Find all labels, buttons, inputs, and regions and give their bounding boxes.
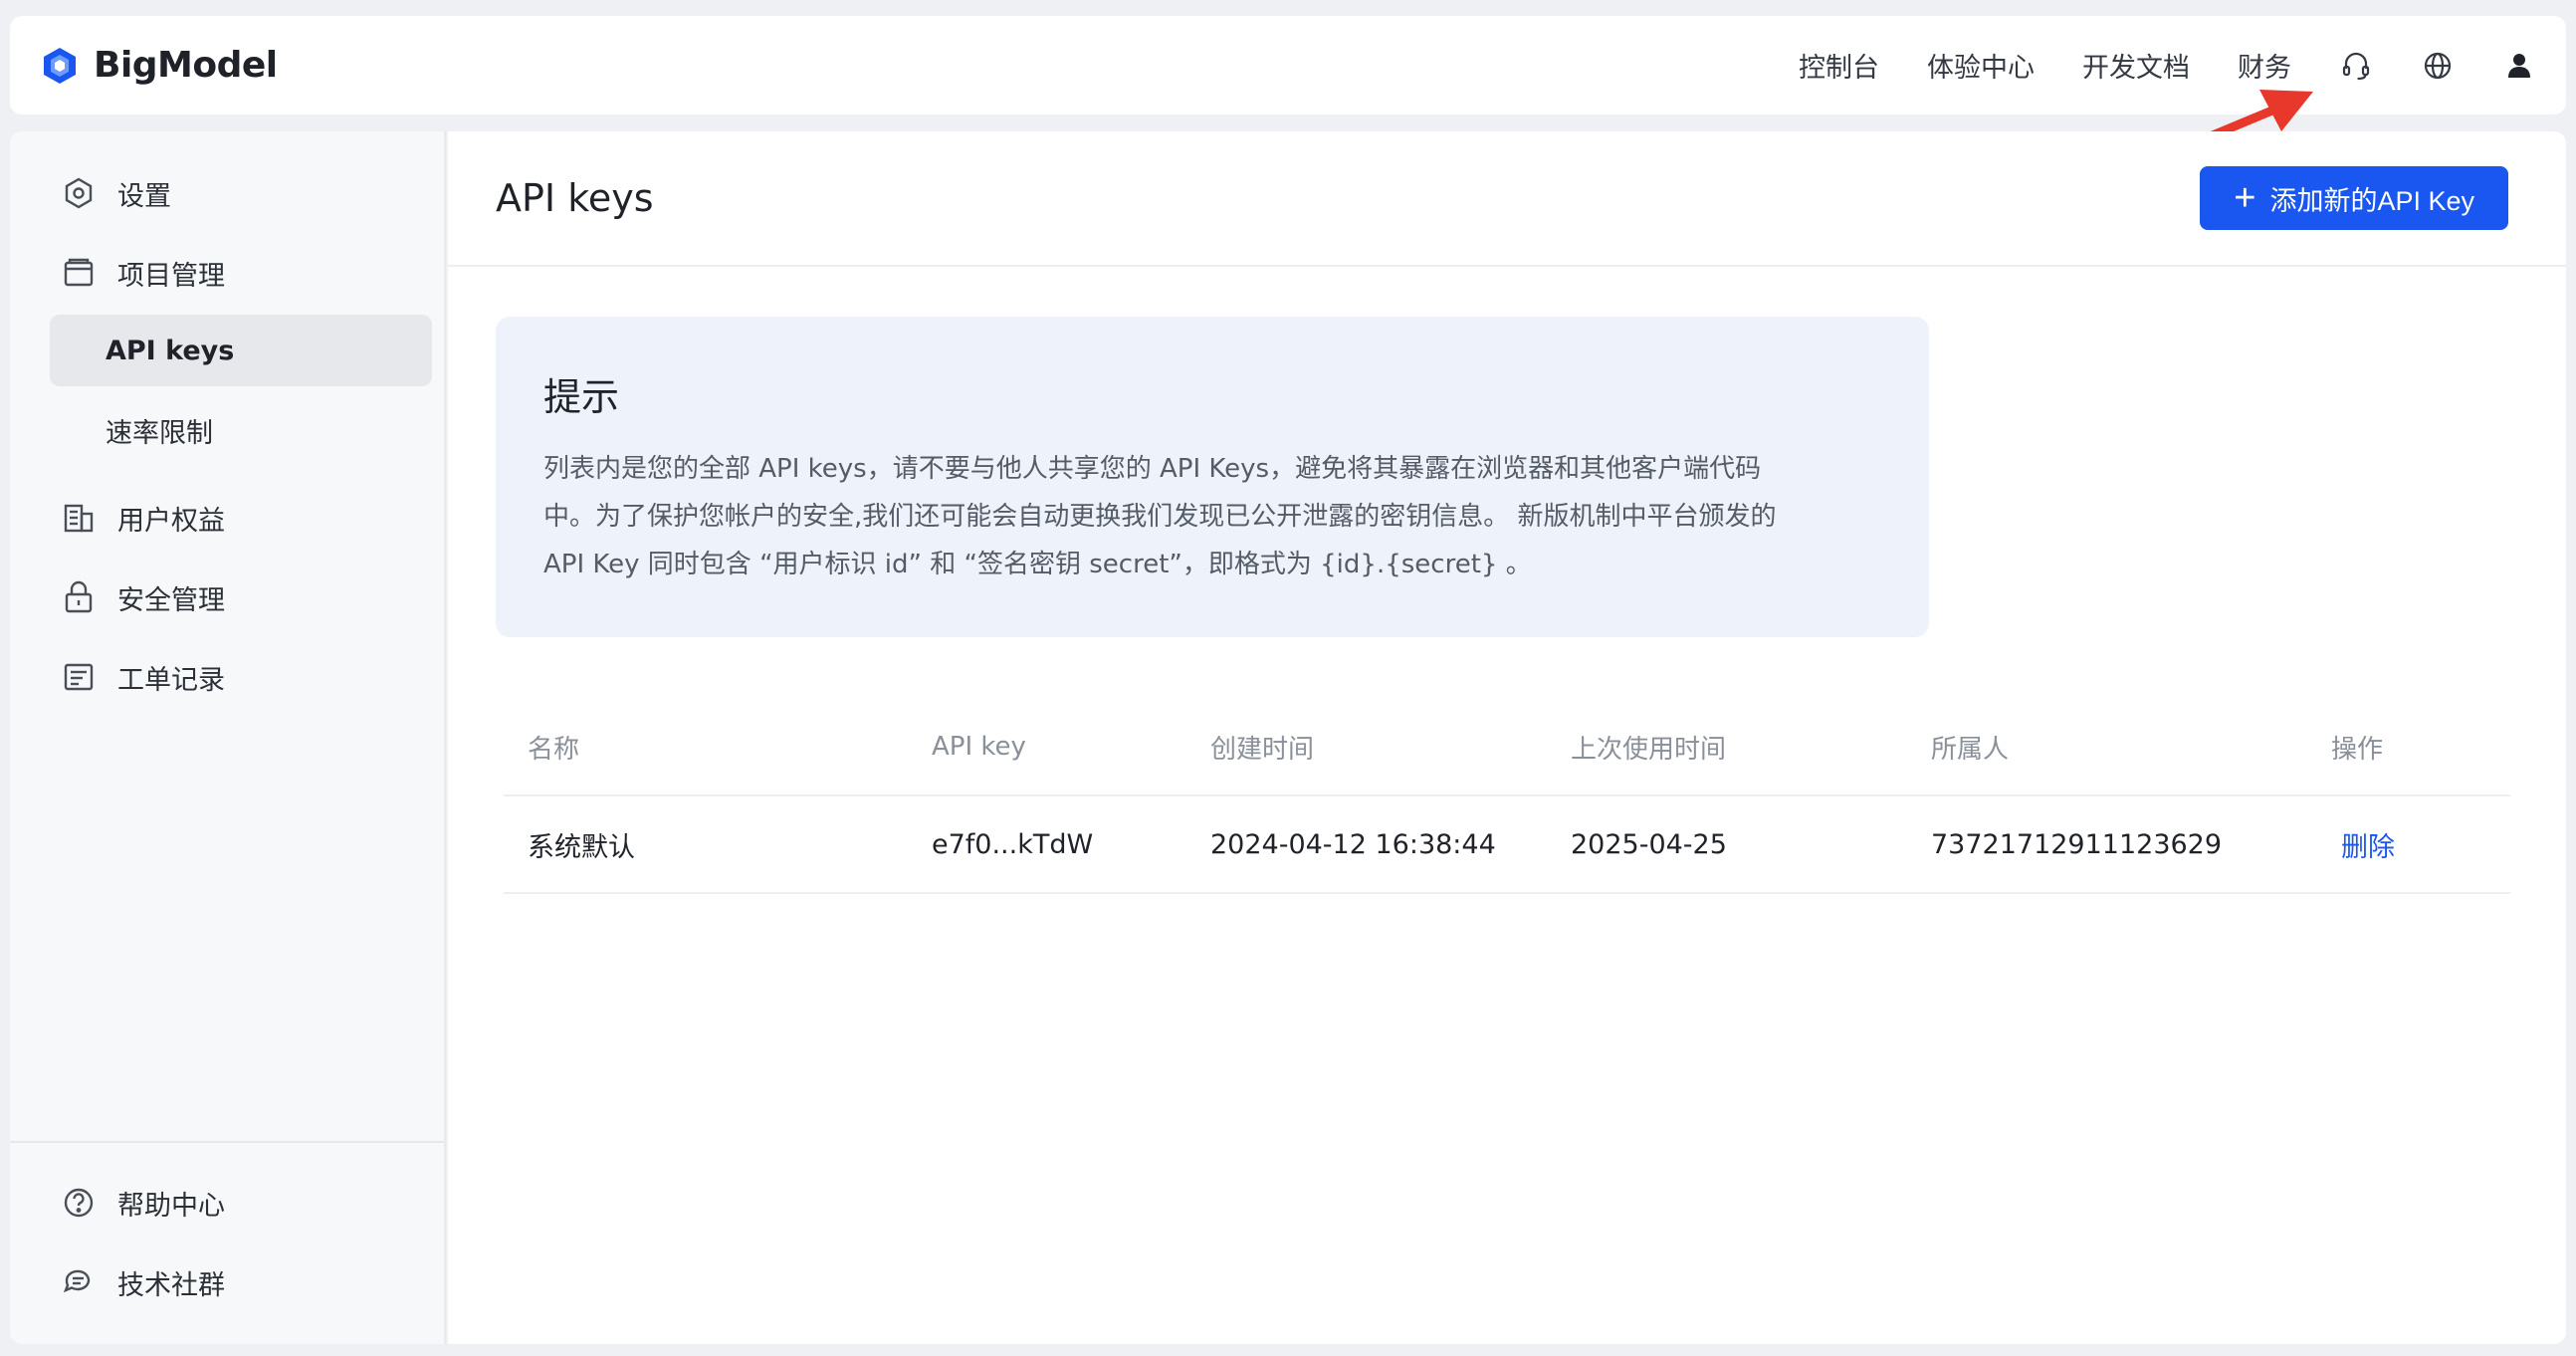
- globe-icon[interactable]: [2421, 49, 2455, 83]
- tip-line: API Key 同时包含 “用户标识 id” 和 “签名密钥 secret”，即…: [543, 550, 1532, 579]
- sidebar-item-label: 速率限制: [106, 417, 213, 449]
- help-icon: [60, 1184, 98, 1222]
- plus-icon: +: [2234, 177, 2256, 219]
- page-title: API keys: [496, 176, 654, 220]
- tip-line: 中。为了保护您帐户的安全,我们还可能会自动更换我们发现已公开泄露的密钥信息。 新…: [543, 502, 1777, 532]
- tip-line: 列表内是您的全部 API keys，请不要与他人共享您的 API Keys，避免…: [543, 454, 1762, 484]
- cell-name: 系统默认: [528, 831, 635, 863]
- top-nav: 控制台 体验中心 开发文档 财务: [1751, 46, 2536, 85]
- column-header-actions: 操作: [2331, 734, 2384, 765]
- sidebar-item-project-management[interactable]: 项目管理: [50, 237, 432, 309]
- nav-experience-center[interactable]: 体验中心: [1927, 46, 2035, 85]
- add-api-key-label: 添加新的API Key: [2269, 185, 2474, 216]
- sidebar-item-settings[interactable]: 设置: [50, 157, 432, 229]
- sidebar: 设置 项目管理 API keys 速率限制 用户权益 安全管理 工单记录 帮助中…: [10, 131, 446, 1344]
- cell-actions: 删除: [2307, 825, 2510, 864]
- building-icon: [60, 499, 98, 537]
- main-content: API keys + 添加新的API Key 提示 列表内是您的全部 API k…: [448, 131, 2566, 1344]
- sidebar-item-label: 技术社群: [117, 1269, 225, 1301]
- tip-title: 提示: [543, 375, 620, 419]
- project-icon: [60, 254, 98, 292]
- sidebar-item-label: 用户权益: [117, 505, 225, 537]
- sidebar-item-tech-community[interactable]: 技术社群: [50, 1246, 432, 1318]
- brand[interactable]: BigModel: [40, 45, 278, 86]
- chat-icon: [60, 1263, 98, 1301]
- user-icon[interactable]: [2502, 49, 2536, 83]
- sidebar-item-api-keys[interactable]: API keys: [50, 315, 432, 386]
- settings-icon: [60, 174, 98, 212]
- headset-icon[interactable]: [2339, 49, 2373, 83]
- sidebar-divider: [10, 1141, 444, 1143]
- sidebar-item-help-center[interactable]: 帮助中心: [50, 1167, 432, 1239]
- column-header-created: 创建时间: [1210, 734, 1315, 765]
- delete-link[interactable]: 删除: [2331, 832, 2395, 863]
- sidebar-item-label: API keys: [106, 335, 235, 366]
- bigmodel-logo-icon: [44, 47, 76, 84]
- sidebar-item-security[interactable]: 安全管理: [50, 562, 432, 633]
- nav-console[interactable]: 控制台: [1799, 46, 1879, 85]
- sidebar-item-label: 帮助中心: [117, 1190, 225, 1222]
- tip-body: 列表内是您的全部 API keys，请不要与他人共享您的 API Keys，避免…: [543, 445, 1881, 588]
- column-header-owner: 所属人: [1931, 734, 2010, 765]
- api-keys-table: 名称 API key 创建时间 上次使用时间 所属人 操作 系统默认 e7f0.…: [504, 699, 2510, 894]
- column-header-name: 名称: [528, 734, 580, 765]
- cell-last-used: 2025-04-25: [1571, 828, 1727, 860]
- sidebar-item-label: 安全管理: [117, 584, 225, 616]
- add-api-key-button[interactable]: + 添加新的API Key: [2200, 166, 2508, 230]
- top-header: BigModel 控制台 体验中心 开发文档 财务: [10, 16, 2566, 114]
- cell-api-key: e7f0...kTdW: [932, 828, 1094, 860]
- sidebar-item-rate-limit[interactable]: 速率限制: [50, 394, 432, 466]
- lock-icon: [60, 578, 98, 616]
- column-header-api-key: API key: [932, 732, 1026, 762]
- main-header: API keys + 添加新的API Key: [448, 131, 2566, 267]
- sidebar-item-label: 项目管理: [117, 260, 225, 292]
- sidebar-item-user-benefits[interactable]: 用户权益: [50, 482, 432, 554]
- table-row: 系统默认 e7f0...kTdW 2024-04-12 16:38:44 202…: [504, 796, 2510, 894]
- sidebar-item-label: 工单记录: [117, 664, 225, 696]
- tip-panel: 提示 列表内是您的全部 API keys，请不要与他人共享您的 API Keys…: [496, 317, 1929, 637]
- nav-dev-docs[interactable]: 开发文档: [2082, 46, 2190, 85]
- brand-name: BigModel: [94, 45, 278, 86]
- ticket-icon: [60, 658, 98, 696]
- nav-finance[interactable]: 财务: [2238, 46, 2291, 85]
- cell-owner: 73721712911123629: [1931, 828, 2223, 860]
- cell-created: 2024-04-12 16:38:44: [1210, 828, 1496, 860]
- sidebar-item-tickets[interactable]: 工单记录: [50, 641, 432, 713]
- sidebar-item-label: 设置: [117, 180, 171, 212]
- table-header-row: 名称 API key 创建时间 上次使用时间 所属人 操作: [504, 699, 2510, 796]
- column-header-last-used: 上次使用时间: [1571, 734, 1727, 765]
